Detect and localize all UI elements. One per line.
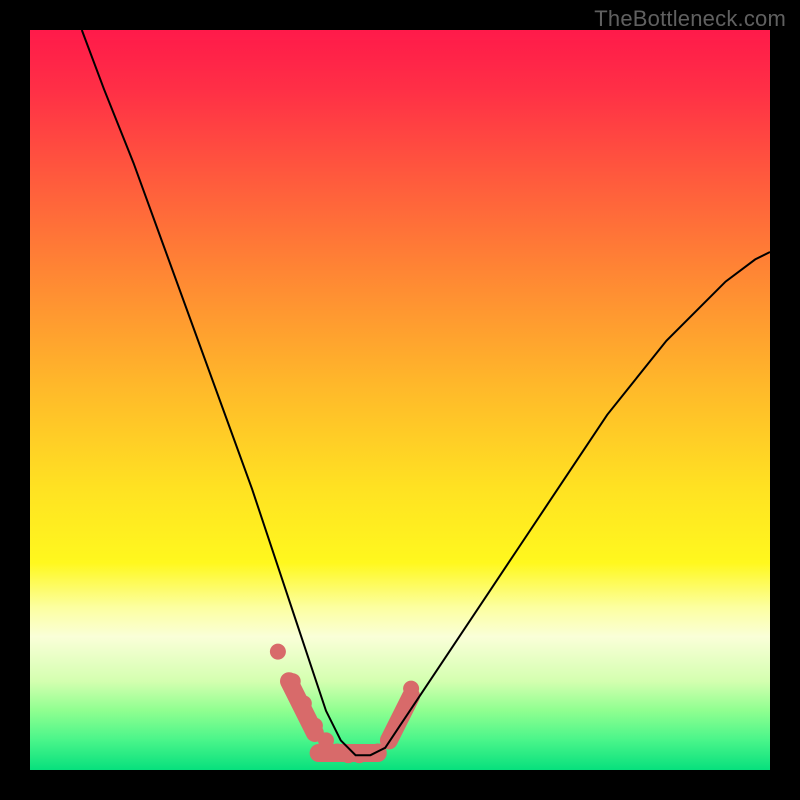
valley-marker-dot — [307, 718, 323, 734]
bottleneck-curve — [82, 30, 770, 755]
valley-marker-dot — [296, 695, 312, 711]
plot-area — [30, 30, 770, 770]
valley-marker-dot — [285, 673, 301, 689]
watermark-label: TheBottleneck.com — [594, 6, 786, 32]
valley-marker-dot — [403, 681, 419, 697]
valley-marker-dot — [270, 644, 286, 660]
curve-overlay — [30, 30, 770, 770]
chart-frame: TheBottleneck.com — [0, 0, 800, 800]
